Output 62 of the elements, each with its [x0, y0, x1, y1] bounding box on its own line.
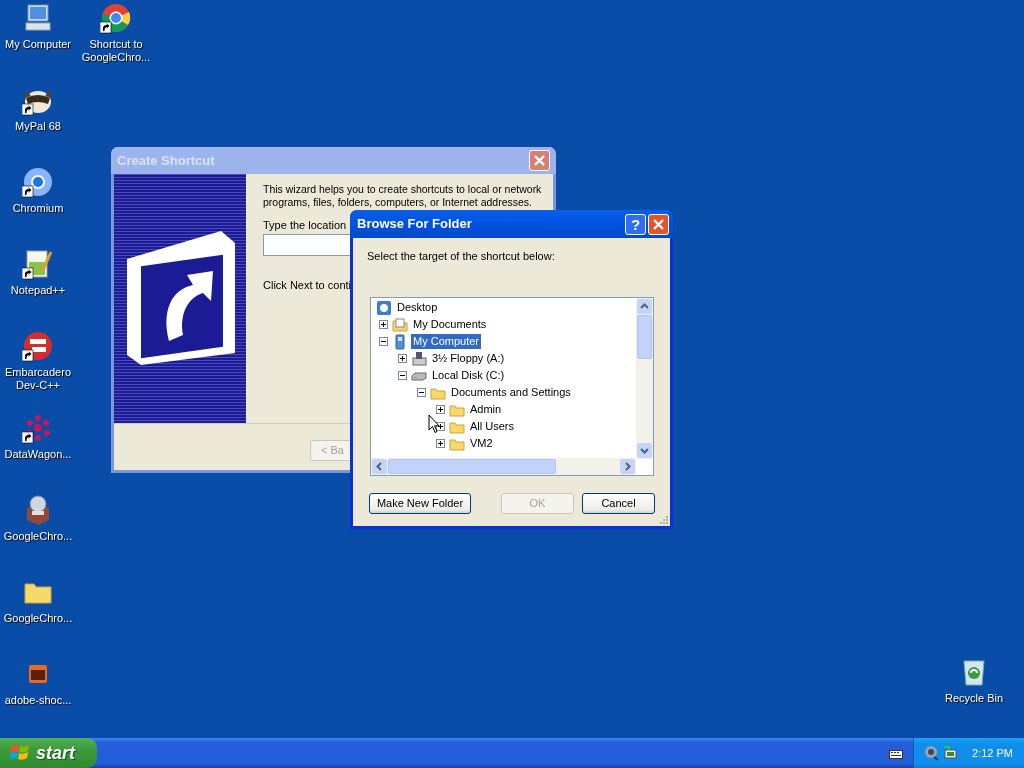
icon-label[interactable]: Shortcut to GoogleChro... [76, 38, 156, 64]
close-button[interactable] [529, 150, 550, 171]
new-folder-button[interactable]: Make New Folder [369, 493, 471, 514]
browser-icon[interactable] [22, 166, 54, 198]
tree-item[interactable]: My Computer [411, 334, 482, 349]
tree-item[interactable]: Desktop [395, 300, 440, 315]
tree-item[interactable]: My Documents [411, 317, 489, 332]
icon-label[interactable]: GoogleChro... [0, 612, 78, 625]
icon-label[interactable]: Chromium [0, 202, 78, 215]
wizard-description: This wizard helps you to create shortcuts to local or network programs, files, folders, computers, or Internet addresses. [263, 183, 543, 209]
icon-label[interactable]: GoogleChro... [0, 530, 78, 543]
horizontal-scrollbar[interactable] [371, 458, 636, 475]
prompt-text: Select the target of the shortcut below: [367, 250, 556, 263]
tree-item[interactable]: 3½ Floppy (A:) [430, 351, 507, 366]
icon-label[interactable]: DataWagon... [0, 448, 78, 461]
expand-icon[interactable] [436, 405, 445, 414]
icon-label[interactable]: adobe-shoc... [0, 694, 78, 707]
tree-item[interactable]: All Users [468, 419, 516, 434]
icon-label[interactable]: Recycle Bin [934, 692, 1014, 705]
icon-label[interactable]: Embarcadero Dev-C++ [0, 366, 78, 392]
collapse-icon[interactable] [417, 388, 426, 397]
computer-icon[interactable] [22, 2, 54, 34]
collapse-icon[interactable] [379, 337, 388, 346]
start-button[interactable]: start [0, 738, 97, 768]
windows-logo-icon [10, 743, 30, 763]
browser-logo-icon[interactable] [100, 2, 132, 34]
network-icon[interactable] [942, 745, 958, 761]
tree-item[interactable]: Local Disk (C:) [430, 368, 507, 383]
help-button[interactable]: ? [625, 213, 646, 235]
expand-icon[interactable] [379, 320, 388, 329]
tree-item[interactable]: VM2 [468, 436, 495, 451]
window-title: Browse For Folder [357, 215, 472, 234]
resize-grip-icon[interactable] [659, 515, 669, 525]
vertical-scrollbar[interactable] [636, 298, 653, 459]
icon-label[interactable]: MyPal 68 [0, 120, 78, 133]
documents-folder-icon [392, 316, 408, 333]
computer-icon [392, 333, 408, 350]
keyboard-icon[interactable] [889, 747, 903, 759]
icon-label[interactable]: My Computer [0, 38, 78, 51]
close-icon [534, 155, 545, 166]
scroll-thumb[interactable] [388, 459, 556, 474]
app-logo-icon[interactable] [22, 330, 54, 362]
scroll-thumb[interactable] [637, 315, 652, 359]
tree-item[interactable]: Admin [468, 402, 504, 417]
tree-item[interactable]: Documents and Settings [449, 385, 573, 400]
floppy-drive-icon [411, 350, 427, 367]
window-title: Create Shortcut [117, 151, 215, 170]
notepad-icon[interactable] [22, 248, 54, 280]
expand-icon[interactable] [436, 439, 445, 448]
collapse-icon[interactable] [398, 371, 407, 380]
cancel-button[interactable]: Cancel [582, 493, 655, 514]
instruction-text: Click Next to conti [263, 279, 352, 292]
scroll-down-icon[interactable] [636, 442, 653, 459]
scroll-right-icon[interactable] [619, 458, 636, 475]
expand-icon[interactable] [398, 354, 407, 363]
mouse-cursor-icon [428, 414, 440, 434]
scroll-left-icon[interactable] [371, 458, 388, 475]
scroll-up-icon[interactable] [636, 298, 653, 315]
icon-label[interactable]: Notepad++ [0, 284, 78, 297]
close-icon [653, 218, 664, 230]
close-button[interactable] [648, 213, 669, 235]
field-label: Type the location [263, 219, 347, 232]
